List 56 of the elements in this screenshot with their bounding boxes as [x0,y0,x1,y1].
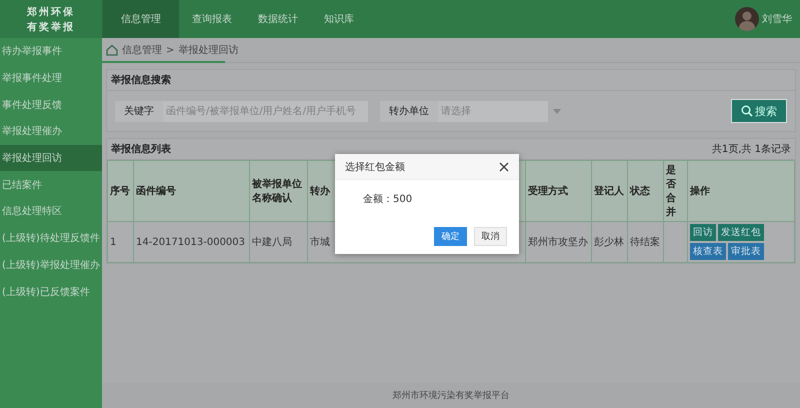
nav-tab[interactable]: 数据统计 [245,0,311,38]
column-header: 登记人 [592,160,628,222]
table-cell: 彭少林 [592,222,628,262]
action-button[interactable]: 发送红包 [718,224,764,241]
action-button[interactable]: 审批表 [728,243,764,260]
dialog-button[interactable]: 确定 [434,227,467,246]
field-label: 转办单位 [380,100,438,122]
amount-text: 金额：500 [363,194,412,205]
user-name[interactable]: 刘雪华 [762,12,792,26]
keyword-field[interactable]: 函件编号/被举报单位/用户姓名/用户手机号 [163,100,368,122]
field-label: 关键字 [115,100,163,122]
sidebar-item[interactable]: 举报处理回访 [0,144,102,172]
sidebar-item[interactable]: (上级转)举报处理催办 [0,252,102,278]
close-button[interactable] [499,162,509,172]
logo-text: 郑州环保 [27,6,75,18]
sidebar-item[interactable]: (上级转)待处理反馈件 [0,224,102,252]
nav-tab[interactable]: 知识库 [311,0,367,38]
table-cell: 14-20171013-000003 [134,222,250,262]
logo-text: 有奖举报 [27,20,75,34]
column-header: 函件编号 [134,160,250,222]
avatar-icon [735,7,759,31]
home-icon [106,44,118,56]
sidebar-item[interactable]: 已结案件 [0,171,102,198]
search-button[interactable]: 搜索 [731,99,787,123]
sidebar-item[interactable]: 信息处理特区 [0,198,102,225]
search-icon [741,105,753,117]
dialog-title: 选择红包金额 [345,160,405,174]
column-header: 受理方式 [526,160,592,222]
sidebar-item[interactable]: 举报事件处理 [0,64,102,92]
unit-select[interactable]: 请选择 [438,100,548,122]
sidebar-item[interactable]: 待办举报事件 [0,38,102,65]
column-header: 被举报单位名称确认 [250,160,308,222]
column-header: 状态 [628,160,664,222]
dialog-button[interactable]: 取消 [474,227,507,246]
column-header: 操作 [688,160,794,222]
nav-tab[interactable]: 信息管理 [103,0,179,38]
table-cell: 待结案 [628,222,664,262]
breadcrumb-item: 举报处理回访 [178,44,238,57]
table-cell: 1 [108,222,134,262]
breadcrumb-item[interactable]: 信息管理 [122,43,162,57]
column-header: 序号 [108,160,134,222]
sidebar-item[interactable]: 举报处理催办 [0,118,102,145]
table-cell: 郑州市攻坚办 [526,222,592,262]
panel-title: 举报信息列表 [111,142,171,156]
nav-tab[interactable]: 查询报表 [179,0,245,38]
action-button[interactable]: 回访 [690,224,716,241]
close-icon [499,162,509,172]
record-summary: 共1页,共 1条记录 [712,142,791,156]
column-header: 是否合并 [664,160,688,222]
caret-icon [553,108,561,114]
sidebar-item[interactable]: 事件处理反馈 [0,91,102,118]
breadcrumb-separator: > [166,44,174,56]
table-cell: 中建八局 [250,222,308,262]
action-button[interactable]: 核查表 [690,243,726,260]
panel-title: 举报信息搜索 [107,70,795,91]
sidebar-item[interactable]: (上级转)已反馈案件 [0,278,102,305]
